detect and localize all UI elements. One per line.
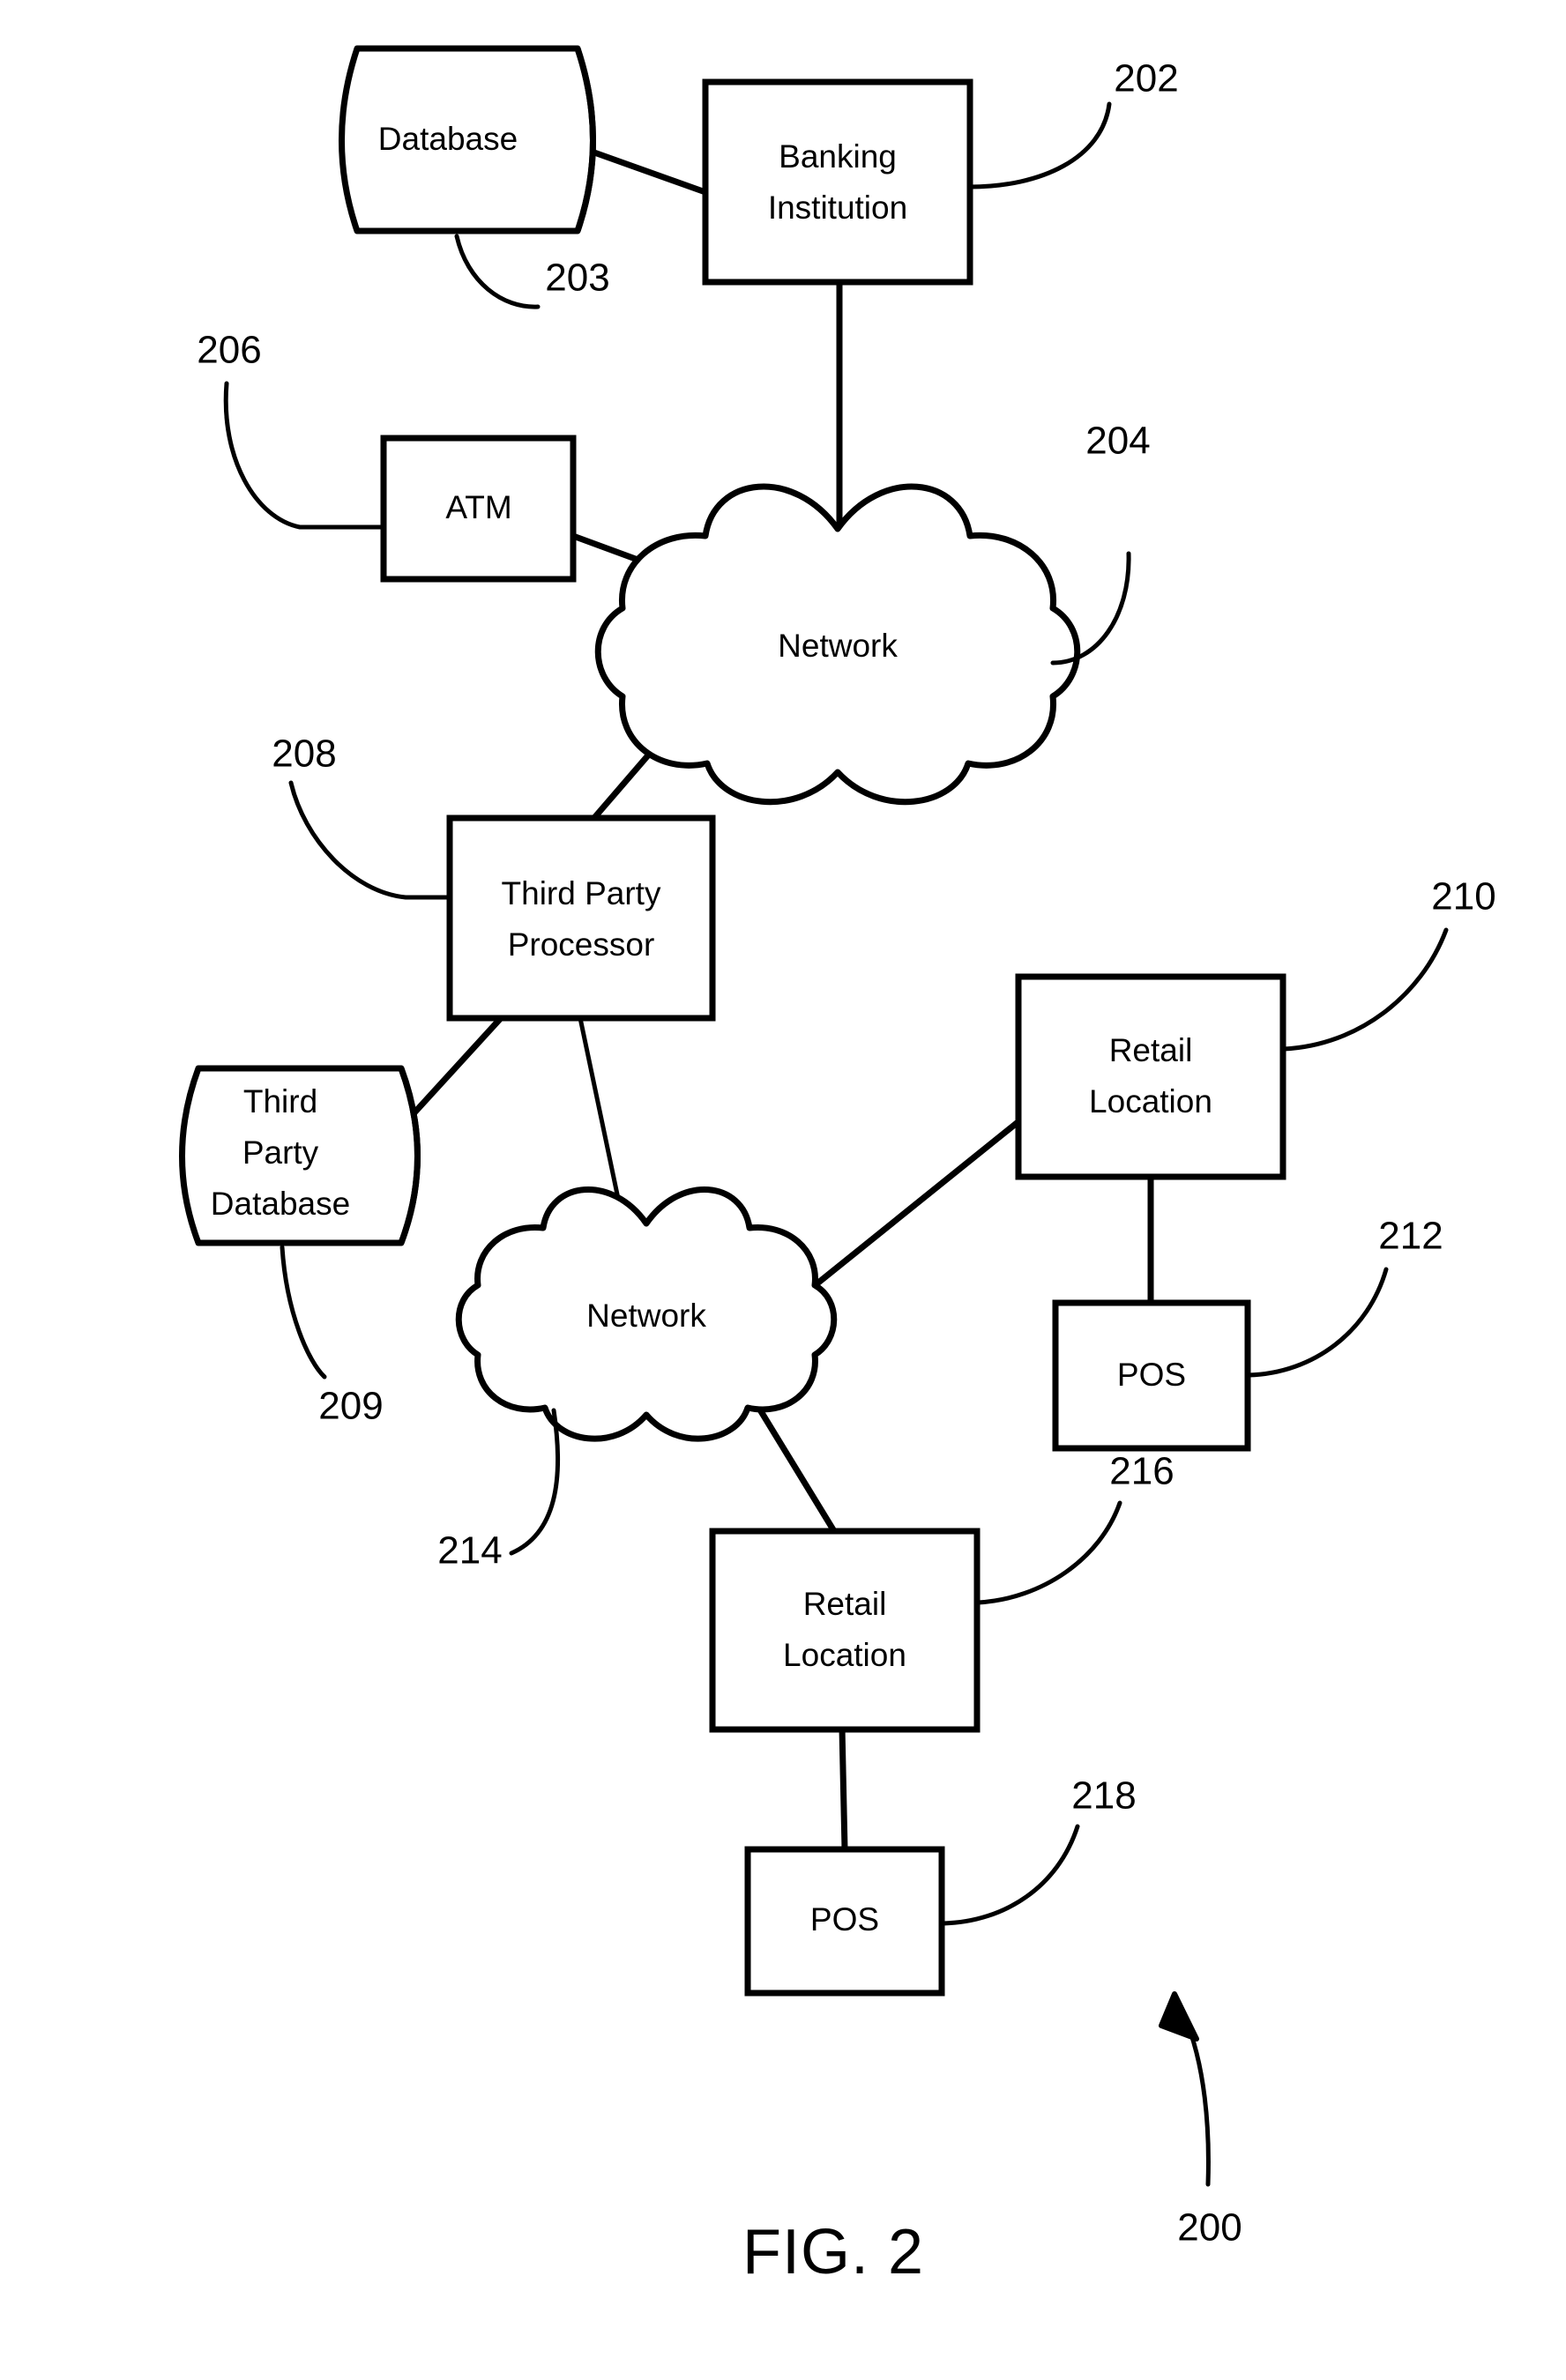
- node-atm[interactable]: ATM: [380, 435, 577, 583]
- leader-203: [454, 234, 541, 309]
- leader-209: [280, 1245, 327, 1380]
- leader-218: [941, 1824, 1080, 1926]
- node-database[interactable]: Database: [339, 45, 596, 234]
- node-third-party-database[interactable]: Third Party Database: [179, 1065, 421, 1246]
- retail-location-right-label-line2: Location: [1089, 1083, 1212, 1119]
- reference-216-label: 216: [1109, 1450, 1174, 1493]
- reference-200: 200: [1159, 1991, 1242, 2250]
- reference-218: 218: [941, 1774, 1137, 1926]
- third-party-database-label-line3: Database: [211, 1186, 350, 1222]
- atm-label: ATM: [445, 489, 511, 525]
- reference-204-label: 204: [1085, 420, 1150, 463]
- database-label: Database: [378, 121, 518, 157]
- reference-209-label: 209: [318, 1385, 383, 1428]
- reference-210: 210: [1281, 875, 1496, 1052]
- leader-206: [223, 381, 385, 530]
- node-banking-institution[interactable]: Banking Institution: [702, 78, 973, 286]
- patent-figure: Database Banking Institution Network ATM…: [0, 0, 1566, 2380]
- reference-218-label: 218: [1071, 1774, 1136, 1818]
- retail-location-right-box: [1015, 973, 1286, 1180]
- pos-right-label: POS: [1117, 1357, 1186, 1393]
- network-top-label: Network: [778, 628, 898, 664]
- node-network-top[interactable]: Network: [594, 483, 1081, 806]
- reference-214-label: 214: [437, 1529, 502, 1573]
- leader-200-arrowhead: [1159, 1991, 1199, 2042]
- diagram-canvas: Database Banking Institution Network ATM…: [179, 45, 1496, 2287]
- third-party-processor-label-line1: Third Party: [502, 875, 661, 911]
- pos-bottom-label: POS: [810, 1901, 879, 1937]
- leader-208: [288, 780, 451, 900]
- reference-216: 216: [975, 1450, 1174, 1605]
- node-pos-bottom[interactable]: POS: [744, 1846, 945, 1997]
- network-bottom-label: Network: [586, 1298, 706, 1334]
- leader-210: [1281, 927, 1449, 1052]
- reference-208: 208: [272, 733, 451, 900]
- retail-location-bottom-label-line1: Retail: [803, 1586, 887, 1622]
- retail-location-bottom-box: [709, 1528, 981, 1733]
- figure-caption: FIG. 2: [742, 2217, 924, 2287]
- third-party-processor-box: [446, 814, 716, 1022]
- reference-203-label: 203: [545, 257, 609, 300]
- edge-retail-bottom-pos-bottom: [839, 1727, 848, 1850]
- leader-202: [967, 101, 1112, 190]
- edge-database-banking: [580, 145, 707, 196]
- leader-212: [1246, 1267, 1389, 1378]
- reference-206-label: 206: [197, 329, 261, 372]
- reference-206: 206: [197, 329, 385, 530]
- node-network-bottom[interactable]: Network: [455, 1186, 838, 1442]
- node-retail-location-right[interactable]: Retail Location: [1015, 973, 1286, 1180]
- reference-203: 203: [454, 234, 610, 309]
- reference-214: 214: [437, 1408, 561, 1573]
- third-party-database-label-line2: Party: [242, 1134, 319, 1171]
- banking-institution-label-line2: Institution: [768, 190, 907, 226]
- reference-212: 212: [1246, 1215, 1443, 1378]
- reference-200-label: 200: [1177, 2206, 1242, 2250]
- retail-location-bottom-label-line2: Location: [783, 1637, 906, 1673]
- retail-location-right-label-line1: Retail: [1109, 1032, 1193, 1068]
- reference-208-label: 208: [272, 733, 336, 776]
- node-third-party-processor[interactable]: Third Party Processor: [446, 814, 716, 1022]
- reference-202: 202: [967, 57, 1179, 190]
- reference-209: 209: [280, 1245, 384, 1428]
- reference-202-label: 202: [1114, 57, 1178, 100]
- reference-210-label: 210: [1431, 875, 1495, 919]
- leader-216: [975, 1500, 1122, 1605]
- banking-institution-label-line1: Banking: [779, 138, 897, 175]
- third-party-database-label-line1: Third: [243, 1083, 317, 1119]
- node-retail-location-bottom[interactable]: Retail Location: [709, 1528, 981, 1733]
- node-pos-right[interactable]: POS: [1052, 1299, 1251, 1452]
- banking-institution-box: [702, 78, 973, 286]
- leader-214: [509, 1408, 561, 1556]
- reference-212-label: 212: [1378, 1215, 1443, 1258]
- third-party-processor-label-line2: Processor: [508, 926, 655, 963]
